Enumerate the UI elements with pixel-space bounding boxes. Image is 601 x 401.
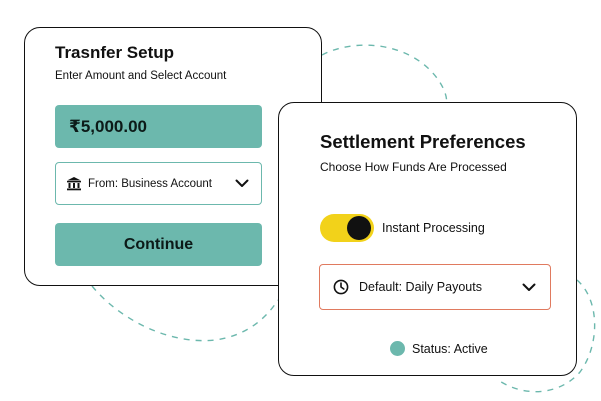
account-select-value: From: Business Account [88, 177, 212, 190]
chevron-down-icon [235, 179, 249, 188]
bank-icon [66, 176, 82, 191]
account-select[interactable]: From: Business Account [55, 162, 262, 205]
continue-button[interactable]: Continue [55, 223, 262, 266]
transfer-card-title: Trasnfer Setup [55, 43, 175, 62]
settlement-card-subtitle: Choose How Funds Are Processed [320, 160, 507, 174]
clock-icon [333, 279, 349, 295]
payout-schedule-select[interactable]: Default: Daily Payouts [319, 264, 551, 310]
transfer-card-subtitle: Enter Amount and Select Account [55, 70, 227, 82]
settlement-preferences-card: Settlement Preferences Choose How Funds … [278, 102, 577, 376]
amount-value: ₹5,000.00 [69, 116, 148, 136]
instant-processing-row: Instant Processing [320, 214, 485, 242]
amount-input[interactable]: ₹5,000.00 [55, 105, 262, 148]
chevron-down-icon [522, 283, 536, 292]
instant-processing-label: Instant Processing [382, 221, 485, 235]
stage: Trasnfer Setup Enter Amount and Select A… [0, 0, 601, 401]
settlement-card-title: Settlement Preferences [320, 131, 526, 152]
instant-processing-toggle[interactable] [320, 214, 374, 242]
status-indicator: Status: Active [390, 341, 488, 356]
dashed-arc-bottom-left [91, 285, 279, 342]
status-label: Status: Active [412, 341, 488, 356]
status-dot [390, 341, 405, 356]
toggle-knob [347, 216, 371, 240]
payout-schedule-value: Default: Daily Payouts [359, 280, 482, 294]
dashed-arc-top [321, 44, 448, 104]
